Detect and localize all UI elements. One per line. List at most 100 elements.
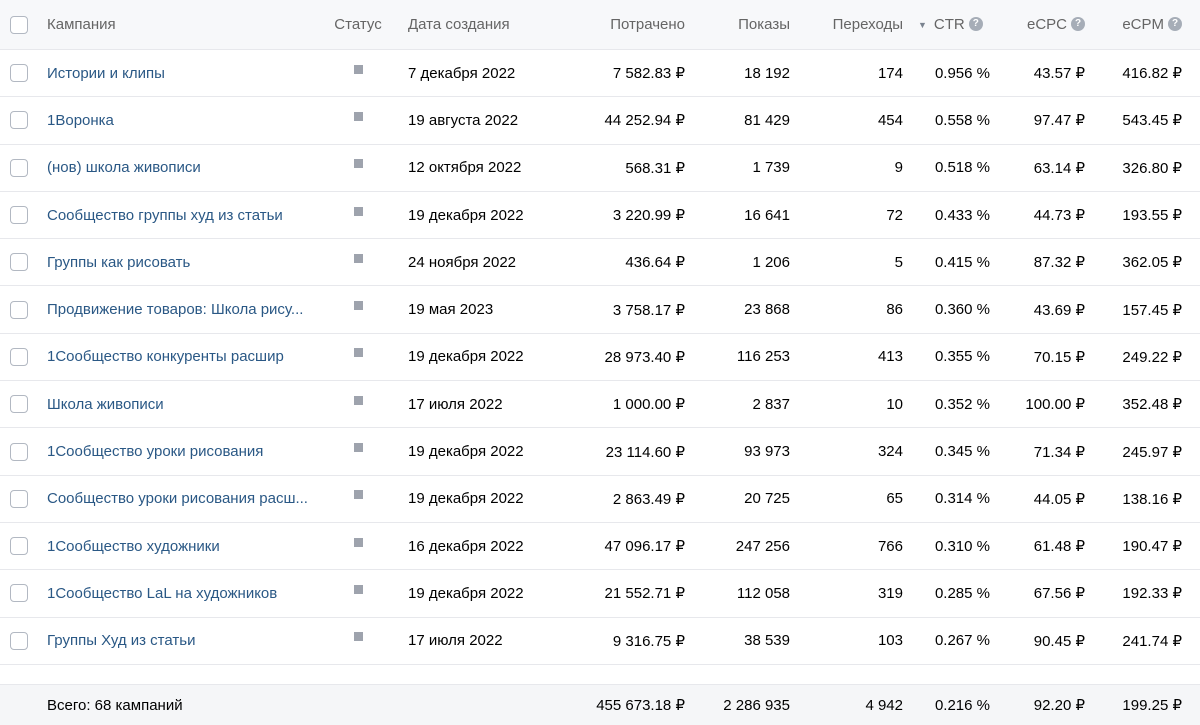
header-views[interactable]: Показы xyxy=(690,0,790,49)
table-header: Кампания Статус Дата создания Потрачено … xyxy=(0,0,1200,50)
help-icon[interactable]: ? xyxy=(968,16,983,31)
campaign-link[interactable]: 1Сообщество художники xyxy=(47,538,220,555)
campaign-link[interactable]: Сообщество группы худ из статьи xyxy=(47,207,283,224)
row-checkbox[interactable] xyxy=(10,111,28,130)
table-row: 1Сообщество художники 16 декабря 2022 47 0… xyxy=(0,523,1200,571)
ecpm-value: 362.05 ₽ xyxy=(1122,254,1182,272)
row-checkbox[interactable] xyxy=(10,64,28,83)
ctr-value: 0.518 % xyxy=(934,159,990,177)
row-checkbox[interactable] xyxy=(10,537,28,556)
table-row: 1Сообщество конкуренты расшир 19 декабря … xyxy=(0,334,1200,382)
header-ecpc[interactable]: eCPC ? xyxy=(1000,0,1085,49)
ecpm-value: 157.45 ₽ xyxy=(1122,301,1182,319)
status-indicator xyxy=(353,632,363,642)
campaign-link[interactable]: (нов) школа живописи xyxy=(47,159,201,176)
row-checkbox[interactable] xyxy=(10,631,28,650)
row-checkbox[interactable] xyxy=(10,253,28,272)
ecpc-value: 43.57 ₽ xyxy=(1033,65,1085,83)
ecpc-value: 43.69 ₽ xyxy=(1033,301,1085,319)
status-indicator xyxy=(353,64,363,74)
help-icon[interactable]: ? xyxy=(1168,16,1182,31)
header-ecpm-label: eCPM xyxy=(1122,16,1164,33)
header-ecpm[interactable]: eCPM ? xyxy=(1090,0,1182,49)
header-clicks[interactable]: Переходы xyxy=(795,0,903,49)
clicks-value: 103 xyxy=(877,632,903,650)
campaign-name-cell: 1Сообщество конкуренты расшир xyxy=(47,334,317,380)
row-checkbox-cell xyxy=(10,334,30,380)
header-status[interactable]: Статус xyxy=(332,0,384,49)
spent-value: 47 096.17 ₽ xyxy=(604,538,685,556)
campaign-link[interactable]: Группы Худ из статьи xyxy=(47,632,195,649)
ctr-value: 0.352 % xyxy=(934,395,990,413)
campaign-link[interactable]: 1Воронка xyxy=(47,112,114,129)
status-cell xyxy=(332,239,384,285)
status-cell xyxy=(332,476,384,522)
table-footer: Всего: 68 кампаний 455 673.18 ₽ 2 286 93… xyxy=(0,684,1200,725)
header-campaign[interactable]: Кампания xyxy=(47,0,317,49)
ctr-value: 0.360 % xyxy=(934,301,990,319)
spent-value: 1 000.00 ₽ xyxy=(612,396,685,414)
status-indicator xyxy=(353,584,363,594)
row-checkbox[interactable] xyxy=(10,395,28,414)
views-value: 116 253 xyxy=(736,348,790,366)
campaign-name-cell: Школа живописи xyxy=(47,381,317,427)
status-indicator xyxy=(353,111,363,121)
status-cell xyxy=(332,523,384,569)
select-all-checkbox[interactable] xyxy=(10,15,28,34)
campaign-link[interactable]: Группы как рисовать xyxy=(47,254,190,271)
views-value: 1 739 xyxy=(752,159,790,177)
row-checkbox[interactable] xyxy=(10,206,28,225)
campaign-link[interactable]: 1Сообщество уроки рисования xyxy=(47,443,263,460)
views-value: 112 058 xyxy=(736,584,790,602)
status-indicator xyxy=(353,253,363,263)
table-row: Группы как рисовать 24 ноября 2022 436.64 … xyxy=(0,239,1200,287)
campaign-name-cell: 1Сообщество LaL на художников xyxy=(47,570,317,616)
clicks-value: 324 xyxy=(877,443,903,461)
header-spent[interactable]: Потрачено xyxy=(560,0,685,49)
spent-value: 21 552.71 ₽ xyxy=(604,585,685,603)
status-indicator xyxy=(353,490,363,500)
status-cell xyxy=(332,618,384,664)
spent-value: 3 758.17 ₽ xyxy=(612,301,685,319)
campaign-link[interactable]: Продвижение товаров: Школа рису... xyxy=(47,301,303,318)
ctr-value: 0.956 % xyxy=(934,64,990,82)
campaign-link[interactable]: 1Сообщество конкуренты расшир xyxy=(47,348,284,365)
table-row: Сообщество группы худ из статьи 19 декабр… xyxy=(0,192,1200,240)
views-value: 20 725 xyxy=(744,490,790,508)
ecpc-value: 61.48 ₽ xyxy=(1033,538,1085,556)
ecpm-value: 190.47 ₽ xyxy=(1122,538,1182,556)
sort-desc-icon[interactable]: ▼ xyxy=(918,20,927,30)
header-ctr-label: CTR xyxy=(933,16,965,33)
row-checkbox-cell xyxy=(10,570,30,616)
row-checkbox[interactable] xyxy=(10,300,28,319)
ctr-value: 0.314 % xyxy=(934,490,990,508)
row-checkbox[interactable] xyxy=(10,347,28,366)
row-checkbox[interactable] xyxy=(10,442,28,461)
ctr-value: 0.310 % xyxy=(934,537,990,555)
campaign-link[interactable]: 1Сообщество LaL на художников xyxy=(47,585,277,602)
status-cell xyxy=(332,334,384,380)
status-cell xyxy=(332,145,384,191)
campaign-name-cell: Истории и клипы xyxy=(47,50,317,96)
spent-value: 9 316.75 ₽ xyxy=(612,632,685,650)
row-checkbox[interactable] xyxy=(10,584,28,603)
header-ctr[interactable]: ▼ CTR ? xyxy=(918,0,990,49)
ecpm-value: 326.80 ₽ xyxy=(1122,159,1182,177)
ctr-value: 0.558 % xyxy=(934,111,990,129)
status-indicator xyxy=(353,206,363,216)
help-icon[interactable]: ? xyxy=(1071,16,1085,31)
campaign-name-cell: 1Сообщество художники xyxy=(47,523,317,569)
ecpc-value: 63.14 ₽ xyxy=(1033,159,1085,177)
clicks-value: 454 xyxy=(877,111,903,129)
row-checkbox-cell xyxy=(10,523,30,569)
spent-value: 23 114.60 ₽ xyxy=(605,443,685,461)
campaign-link[interactable]: Истории и клипы xyxy=(47,65,165,82)
campaign-link[interactable]: Сообщество уроки рисования расш... xyxy=(47,490,308,507)
ecpm-value: 352.48 ₽ xyxy=(1122,396,1182,414)
ecpm-value: 543.45 ₽ xyxy=(1122,112,1182,130)
campaign-link[interactable]: Школа живописи xyxy=(47,396,164,413)
row-checkbox[interactable] xyxy=(10,489,28,508)
row-checkbox[interactable] xyxy=(10,158,28,177)
row-checkbox-cell xyxy=(10,192,30,238)
footer-clicks: 4 942 xyxy=(865,696,903,714)
